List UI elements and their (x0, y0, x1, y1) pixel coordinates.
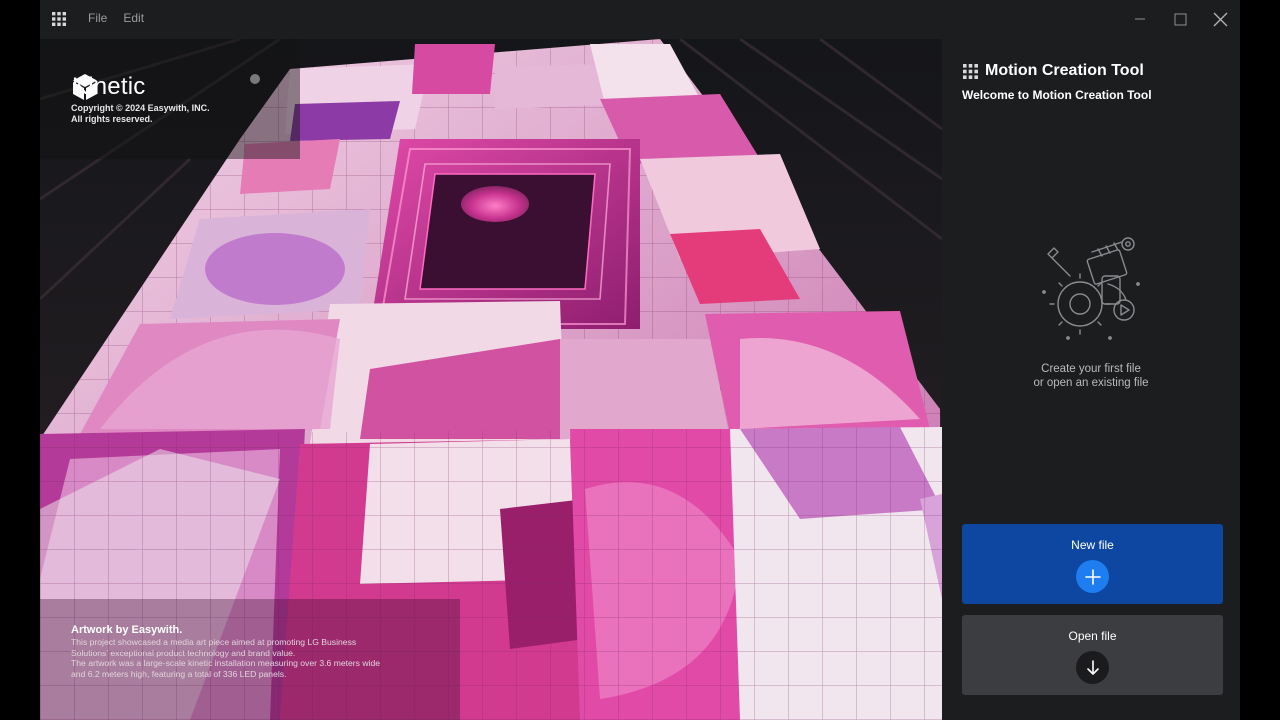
credit-description: This project showcased a media art piece… (71, 637, 431, 679)
open-file-circle (1076, 651, 1109, 684)
artwork-credit: Artwork by Easywith. This project showca… (71, 624, 431, 679)
minimize-icon (1135, 18, 1145, 20)
minimize-button[interactable] (1120, 0, 1160, 38)
rights-line: All rights reserved. (71, 114, 153, 124)
menu-edit[interactable]: Edit (123, 11, 144, 25)
credit-line: and 6.2 meters high, featuring a total o… (71, 668, 287, 679)
panel-subtitle: Welcome to Motion Creation Tool (962, 88, 1152, 102)
credit-line: The artwork was a large-scale kinetic in… (71, 658, 381, 668)
menu-file[interactable]: File (88, 11, 107, 25)
empty-line-open: or open an existing file (1033, 377, 1149, 389)
new-file-circle (1076, 560, 1109, 593)
grid-icon[interactable] (52, 12, 66, 26)
new-file-label: New file (1071, 538, 1114, 552)
grid-icon (963, 63, 978, 79)
open-file-label: Open file (1068, 629, 1117, 643)
plus-icon (1084, 568, 1101, 585)
title-bar: File Edit (40, 0, 1240, 38)
window-controls (1120, 0, 1240, 38)
credit-line: Solutions' exceptional product technolog… (71, 647, 296, 658)
credit-title: Artwork by Easywith. (71, 624, 183, 636)
credit-line: This project showcased a media art piece… (71, 637, 357, 647)
kinetic-installation-artwork (40, 39, 942, 720)
menu-bar: File Edit (88, 11, 144, 25)
copyright-line: Copyright © 2024 Easywith, INC. (71, 103, 210, 113)
maximize-icon (1174, 13, 1186, 25)
empty-line-create: Create your first file (1041, 363, 1141, 375)
open-file-button[interactable]: Open file (962, 615, 1223, 695)
arrow-down-icon (1086, 659, 1099, 675)
artwork-image: Kinetic Copyright © 2024 Easywith, INC. … (40, 39, 942, 720)
panel-title: Motion Creation Tool (985, 62, 1144, 79)
copyright-text: Copyright © 2024 Easywith, INC. All righ… (71, 103, 210, 125)
close-icon (1213, 12, 1227, 26)
empty-state-message: Create your first file or open an existi… (942, 362, 1240, 390)
app-window: File Edit Kinetic Copyright © 2024 Easyw… (40, 0, 1240, 720)
new-file-button[interactable]: New file (962, 524, 1223, 604)
cube-logo-icon (73, 74, 97, 100)
brand-logo: Kinetic (72, 73, 145, 101)
panel-header: Motion Creation Tool (963, 62, 1144, 80)
maximize-button[interactable] (1160, 0, 1200, 38)
start-panel: Motion Creation Tool Welcome to Motion C… (942, 39, 1240, 720)
close-button[interactable] (1200, 0, 1240, 38)
creative-tools-illustration (1042, 237, 1140, 340)
